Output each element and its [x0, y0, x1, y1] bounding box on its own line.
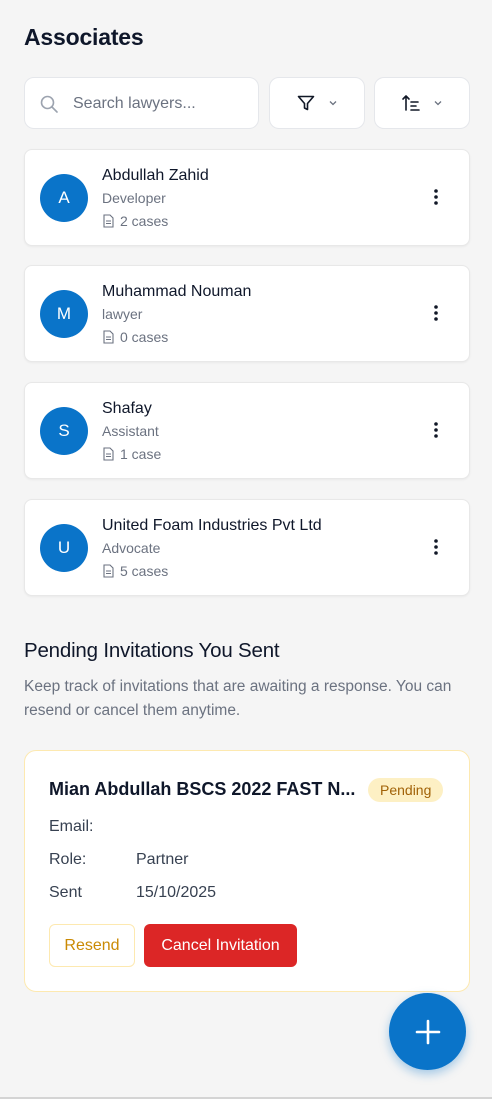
associate-role: Assistant: [102, 423, 159, 439]
more-options-icon[interactable]: [433, 303, 439, 323]
chevron-down-icon: [329, 101, 337, 106]
cases-count: 5 cases: [120, 563, 169, 579]
more-options-icon[interactable]: [433, 537, 439, 557]
more-options-icon[interactable]: [433, 420, 439, 440]
associate-cases: 1 case: [102, 446, 161, 462]
email-label: Email:: [49, 818, 94, 835]
toolbar: [24, 77, 470, 130]
plus-icon: [415, 1019, 440, 1044]
document-icon: [103, 214, 114, 228]
associate-name: Abdullah Zahid: [102, 167, 209, 184]
invitation-card: Mian Abdullah BSCS 2022 FAST N... Pendin…: [24, 750, 470, 992]
cases-count: 0 cases: [120, 329, 169, 345]
invitee-name: Mian Abdullah BSCS 2022 FAST N...: [49, 779, 356, 799]
avatar: M: [40, 290, 88, 338]
cases-count: 2 cases: [120, 213, 169, 229]
sent-label: Sent: [49, 884, 82, 901]
document-icon: [103, 564, 114, 578]
status-badge: Pending: [368, 778, 444, 802]
associate-role: Advocate: [102, 540, 161, 556]
associate-name: United Foam Industries Pvt Ltd: [102, 517, 322, 534]
sent-value: 15/10/2025: [136, 884, 217, 901]
associate-role: lawyer: [102, 306, 143, 322]
associates-page: Associates Search lawyers... A Abdullah …: [0, 0, 492, 1099]
pending-invitations-title: Pending Invitations You Sent: [24, 639, 280, 662]
associate-card[interactable]: S Shafay Assistant 1 case: [24, 382, 470, 479]
search-input[interactable]: [71, 78, 255, 130]
filter-icon: [297, 95, 315, 111]
associate-card[interactable]: U United Foam Industries Pvt Ltd Advocat…: [24, 499, 470, 596]
avatar: S: [40, 407, 88, 455]
associate-card[interactable]: A Abdullah Zahid Developer 2 cases: [24, 149, 470, 246]
avatar: U: [40, 524, 88, 572]
associate-cases: 0 cases: [102, 329, 168, 345]
resend-button[interactable]: Resend: [49, 924, 135, 967]
associate-card[interactable]: M Muhammad Nouman lawyer 0 cases: [24, 265, 470, 362]
avatar: A: [40, 174, 88, 222]
pending-invitations-description: Keep track of invitations that are await…: [24, 678, 452, 719]
add-associate-button[interactable]: [389, 993, 466, 1070]
chevron-down-icon: [434, 101, 442, 106]
filter-button[interactable]: [269, 77, 365, 129]
sort-icon: [402, 95, 420, 111]
associate-cases: 5 cases: [102, 563, 168, 579]
page-title: Associates: [24, 24, 144, 50]
role-label: Role:: [49, 851, 87, 868]
document-icon: [103, 330, 114, 344]
associate-name: Muhammad Nouman: [102, 283, 252, 300]
sort-button[interactable]: [374, 77, 470, 129]
cases-count: 1 case: [120, 446, 162, 462]
cancel-invitation-button[interactable]: Cancel Invitation: [144, 924, 297, 967]
associate-name: Shafay: [102, 400, 152, 417]
associate-cases: 2 cases: [102, 213, 168, 229]
document-icon: [103, 447, 114, 461]
search-box[interactable]: [24, 77, 259, 130]
search-icon: [40, 95, 58, 113]
more-options-icon[interactable]: [433, 187, 439, 207]
associate-role: Developer: [102, 190, 166, 206]
role-value: Partner: [136, 851, 189, 868]
